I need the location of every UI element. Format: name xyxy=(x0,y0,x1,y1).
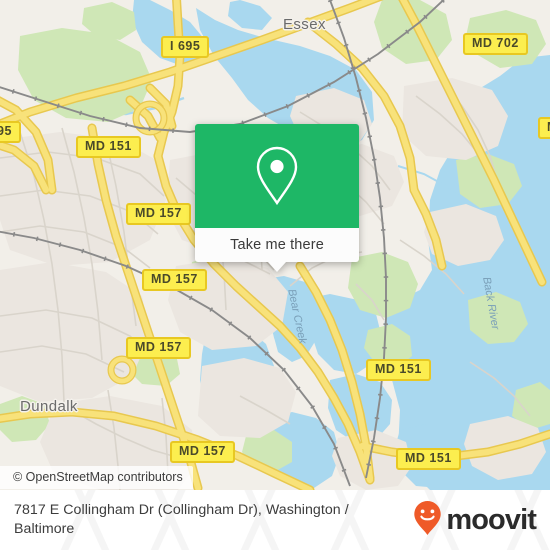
road-shield-md-right-edge: M xyxy=(538,117,550,140)
moovit-wordmark: moovit xyxy=(446,503,537,536)
map-pin-icon xyxy=(253,145,301,207)
map-attribution[interactable]: © OpenStreetMap contributors xyxy=(0,466,193,489)
take-me-there-label: Take me there xyxy=(230,237,324,253)
callout-pointer-tail xyxy=(268,262,286,272)
footer-bar: 7817 E Collingham Dr (Collingham Dr), Wa… xyxy=(0,490,550,550)
location-callout-card[interactable]: Take me there xyxy=(195,124,359,272)
moovit-pin-icon xyxy=(413,500,442,541)
callout-pin-area xyxy=(195,124,359,228)
road-shield-md-151-south: MD 151 xyxy=(396,448,461,471)
road-shield-md-151-north: MD 151 xyxy=(76,136,141,159)
road-shield-md-157-a: MD 157 xyxy=(126,203,191,226)
moovit-logo[interactable]: moovit xyxy=(413,500,537,541)
road-shield-md-151-mid: MD 151 xyxy=(366,359,431,382)
take-me-there-button[interactable]: Take me there xyxy=(195,228,359,262)
road-shield-i-95: 95 xyxy=(0,121,21,144)
road-shield-i-695: I 695 xyxy=(161,36,210,59)
moovit-location-card: Essex Dundalk Bear Creek Back River I 69… xyxy=(0,0,550,550)
location-address: 7817 E Collingham Dr (Collingham Dr), Wa… xyxy=(14,502,349,537)
road-shield-md-702: MD 702 xyxy=(463,33,528,56)
road-shield-md-157-b: MD 157 xyxy=(142,269,207,292)
road-shield-md-157-c: MD 157 xyxy=(126,337,191,360)
map-canvas[interactable]: Essex Dundalk Bear Creek Back River I 69… xyxy=(0,0,550,490)
road-shield-md-157-d: MD 157 xyxy=(170,441,235,464)
